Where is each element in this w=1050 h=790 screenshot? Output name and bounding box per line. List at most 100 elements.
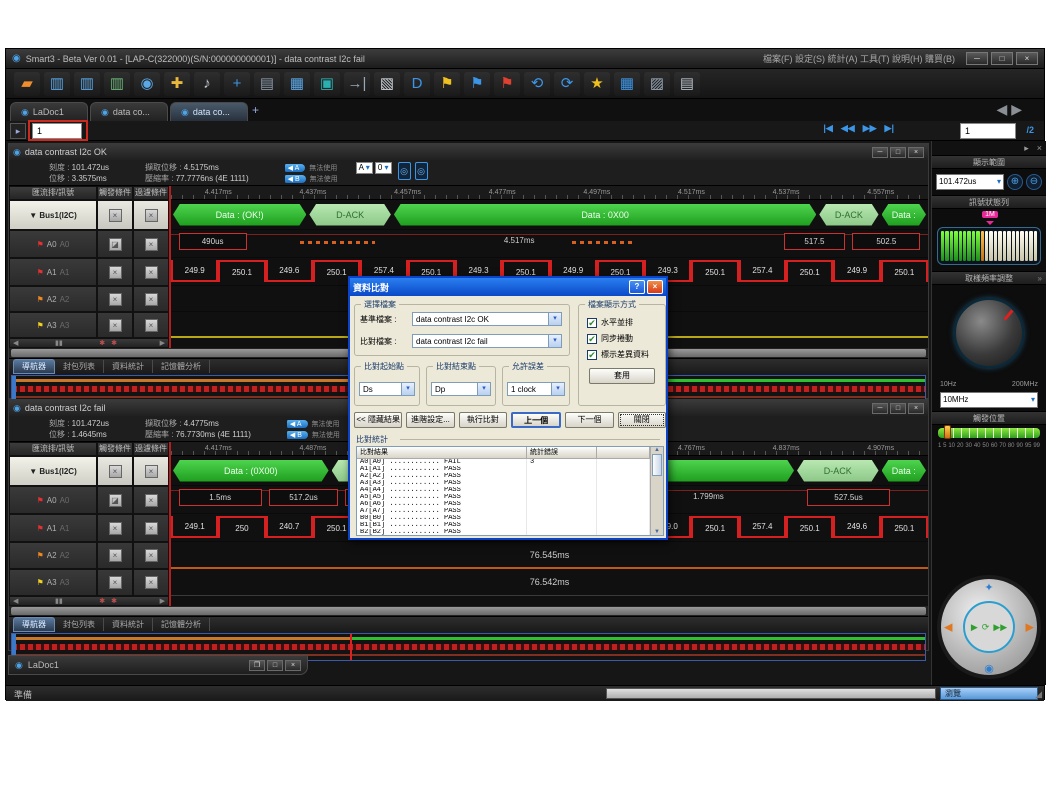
zoom-in-icon[interactable]: ⊕ [1007, 174, 1023, 190]
channel-name[interactable]: ⚑A1A1 [9, 258, 97, 286]
signal-a3-row[interactable]: 76.542ms [171, 569, 928, 596]
navigator-cursor[interactable] [350, 634, 352, 660]
data-segment[interactable]: Data : (0X00) [173, 460, 329, 482]
wheel-right-icon[interactable]: ▶ [1026, 621, 1034, 634]
ack-segment[interactable]: D-ACK [309, 204, 391, 226]
trigger-condition-cell[interactable]: × [97, 258, 133, 286]
first-page-button[interactable]: |◀ [823, 123, 832, 134]
tool-tab-0[interactable]: 導航器 [13, 359, 55, 374]
tool-tab-3[interactable]: 記憶體分析 [153, 618, 210, 631]
doc-tab-1[interactable]: ◉LaDoc1 [10, 102, 88, 121]
channel-name[interactable]: ⚑A0A0 [9, 486, 97, 514]
scroll-right-icon[interactable]: ▶ [160, 339, 165, 347]
trigger-condition-cell[interactable]: × [97, 514, 133, 542]
save-config-icon[interactable]: ▥ [104, 72, 130, 96]
bus-connector-icon[interactable]: D [404, 72, 430, 96]
grid-tool-icons[interactable]: ✱✱ [99, 597, 123, 605]
tool-tab-0[interactable]: 導航器 [13, 617, 55, 632]
filter-condition-icon[interactable]: × [145, 319, 158, 332]
time-ruler[interactable]: 4.417ms4.437ms4.457ms4.477ms4.497ms4.517… [171, 186, 928, 200]
pan-hand-icon[interactable]: ✦ [984, 581, 993, 594]
result-row[interactable]: B0[B0] ............ PASS [357, 515, 650, 522]
trigger-condition-cell[interactable]: × [97, 542, 133, 569]
result-row[interactable]: A6[A6] ............ PASS [357, 501, 650, 508]
cursor-chip-a[interactable]: ◀ A無法使用 [287, 418, 340, 429]
settings-icon[interactable]: ✚ [164, 72, 190, 96]
ack-segment[interactable]: D-ACK [819, 204, 878, 226]
grid-header-0[interactable]: 匯流排/訊號 [9, 186, 97, 200]
trigger-condition-cell[interactable]: ◪ [97, 486, 133, 514]
grid-view-icon[interactable]: ▦ [614, 72, 640, 96]
result-row[interactable]: A4[A4] ............ PASS [357, 487, 650, 494]
trigger-condition-icon[interactable]: × [109, 209, 122, 222]
window-select-icon[interactable]: ▸ [10, 123, 26, 139]
play-icon[interactable]: ▶ [971, 622, 978, 633]
close-button[interactable]: × [285, 660, 301, 671]
tool-tab-2[interactable]: 資料統計 [104, 360, 153, 373]
channel-name[interactable]: ⚑A3A3 [9, 312, 97, 338]
channel-name[interactable]: ▼ Bus1(I2C) [9, 200, 97, 230]
filter-condition-cell[interactable]: × [133, 514, 169, 542]
col-error-header[interactable]: 統計錯誤 [527, 447, 597, 458]
flag-yellow-icon[interactable]: ⚑ [434, 72, 460, 96]
favorite-icon[interactable]: ★ [584, 72, 610, 96]
next-page-button[interactable]: ▶▶ [863, 123, 877, 134]
channel-grid-scrollbar[interactable]: ◀▮▮✱✱▶ [9, 338, 169, 348]
filter-condition-cell[interactable]: × [133, 286, 169, 312]
data-segment[interactable]: Data : 0X00 [394, 204, 816, 226]
scroll-left-icon[interactable]: ◀ [13, 597, 18, 605]
filter-condition-cell[interactable]: × [133, 456, 169, 486]
channel-name[interactable]: ⚑A0A0 [9, 230, 97, 258]
scroll-up-icon[interactable]: ▲ [651, 447, 663, 453]
scrollbar-thumb[interactable] [11, 607, 926, 615]
restore-button[interactable]: ❐ [249, 660, 265, 671]
channel-row-a0[interactable]: ⚑A0A0◪× [9, 486, 169, 514]
tolerance-select[interactable]: 1 clock▾ [507, 382, 565, 396]
result-row[interactable]: A0[A0] ............ FAIL3 [357, 459, 650, 466]
checkbox-sync-scroll[interactable]: ✔ [587, 334, 597, 344]
trigger-condition-icon[interactable]: ◪ [109, 494, 122, 507]
filter-condition-icon[interactable]: × [145, 576, 158, 589]
window-number-input[interactable]: 1 [32, 123, 82, 139]
list-scrollbar[interactable]: ▲ ▼ [650, 447, 663, 535]
tool-tab-1[interactable]: 封包列表 [55, 618, 104, 631]
trigger-condition-cell[interactable]: × [97, 456, 133, 486]
signal-a2-row[interactable]: 76.545ms [171, 542, 928, 569]
wheel-left-icon[interactable]: ◀ [944, 621, 952, 634]
flag-red-icon[interactable]: ⚑ [494, 72, 520, 96]
filter-condition-icon[interactable]: × [145, 293, 158, 306]
close-button[interactable]: × [1016, 52, 1038, 65]
close-icon[interactable]: × [1037, 143, 1042, 153]
dialog-title-bar[interactable]: 資料比對 ? × [350, 278, 666, 296]
channel-row-bus1-i2c-[interactable]: ▼ Bus1(I2C)×× [9, 456, 169, 486]
navigation-wheel[interactable]: ✦ ◀ ▶ ◉ ▶ ⟳ ▶▶ [937, 575, 1041, 679]
trigger-condition-cell[interactable]: × [97, 200, 133, 230]
trigger-condition-icon[interactable]: × [109, 319, 122, 332]
save-all-icon[interactable]: ▥ [74, 72, 100, 96]
grid-header-2[interactable]: 過濾條件 [133, 186, 169, 200]
tool-tab-3[interactable]: 記憶體分析 [153, 360, 210, 373]
scroll-down-icon[interactable]: ▼ [651, 529, 663, 535]
loop-icon[interactable]: ⟳ [982, 622, 990, 633]
scroll-thumb[interactable] [652, 454, 662, 476]
trigger-position-slider[interactable] [938, 428, 1040, 438]
channel-grid-scrollbar[interactable]: ◀▮▮✱✱▶ [9, 596, 169, 606]
overview-globe-icon[interactable]: ◉ [984, 662, 994, 675]
maximize-button[interactable]: □ [267, 660, 283, 671]
data-segment[interactable]: Data : (OK!) [173, 204, 306, 226]
page-number-input[interactable]: 1 [960, 123, 1016, 139]
dialog-help-button[interactable]: ? [629, 280, 645, 294]
trigger-condition-icon[interactable]: × [109, 522, 122, 535]
checkbox-horizontal[interactable]: ✔ [587, 318, 597, 328]
previous-button[interactable]: 上一個 [511, 412, 561, 428]
tool-tab-1[interactable]: 封包列表 [55, 360, 104, 373]
channel-name[interactable]: ▼ Bus1(I2C) [9, 456, 97, 486]
channel-row-a1[interactable]: ⚑A1A1×× [9, 514, 169, 542]
window-layout-icon[interactable]: ▣ [314, 72, 340, 96]
filter-condition-icon[interactable]: × [145, 549, 158, 562]
filter-condition-cell[interactable]: × [133, 312, 169, 338]
grid-tool-icons[interactable]: ✱✱ [99, 339, 123, 347]
result-row[interactable]: B1[B1] ............ PASS [357, 522, 650, 529]
minimize-button[interactable]: ─ [966, 52, 988, 65]
channel-row-a2[interactable]: ⚑A2A2×× [9, 286, 169, 312]
